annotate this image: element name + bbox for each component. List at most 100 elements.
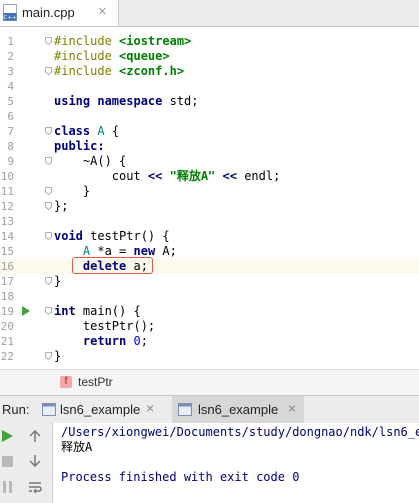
- code-line[interactable]: 18: [0, 289, 419, 304]
- svg-text:C++: C++: [3, 15, 16, 21]
- code-line[interactable]: 14 void testPtr() {: [0, 229, 419, 244]
- code-line[interactable]: 5 using namespace std;: [0, 94, 419, 109]
- code-text: }: [54, 349, 61, 364]
- code-line[interactable]: 9 ~A() {: [0, 154, 419, 169]
- run-tab-1[interactable]: lsn6_example ×: [42, 396, 170, 423]
- line-number: 9: [7, 155, 14, 168]
- editor-tab-main-cpp[interactable]: C++ main.cpp ×: [0, 0, 119, 26]
- code-line[interactable]: 10 cout << "释放A" << endl;: [0, 169, 419, 184]
- code-token: new: [133, 244, 163, 258]
- run-config-icon: [178, 403, 192, 416]
- arrow-up-icon[interactable]: [27, 428, 43, 444]
- code-token: }: [54, 184, 91, 198]
- fold-marker-icon[interactable]: [45, 352, 52, 360]
- code-line[interactable]: 6: [0, 109, 419, 124]
- line-number: 17: [0, 275, 14, 288]
- code-line[interactable]: 8 public:: [0, 139, 419, 154]
- fold-marker-icon[interactable]: [45, 232, 52, 240]
- code-token: };: [54, 199, 69, 213]
- code-token: void: [54, 229, 91, 243]
- code-token: endl;: [236, 169, 281, 183]
- code-line[interactable]: 7 class A {: [0, 124, 419, 139]
- fold-marker-icon[interactable]: [45, 187, 52, 195]
- code-token: {: [104, 124, 120, 138]
- line-number: 22: [0, 350, 14, 363]
- code-line[interactable]: 3 #include <zconf.h>: [0, 64, 419, 79]
- rerun-icon[interactable]: [0, 428, 16, 444]
- code-text: return 0;: [54, 334, 148, 349]
- fold-marker-icon[interactable]: [45, 127, 52, 135]
- soft-wrap-icon[interactable]: [27, 479, 43, 495]
- code-line[interactable]: 4: [0, 79, 419, 94]
- code-line[interactable]: 11 }: [0, 184, 419, 199]
- run-tab-label: lsn6_example: [198, 402, 279, 417]
- pause-icon[interactable]: [0, 479, 16, 495]
- code-text: #include <iostream>: [54, 34, 191, 49]
- code-token: }: [54, 274, 62, 288]
- close-icon[interactable]: ×: [288, 400, 296, 416]
- line-number: 5: [7, 95, 14, 108]
- code-token: using: [54, 94, 98, 108]
- run-tab-label: lsn6_example: [60, 402, 141, 417]
- code-token: #include: [54, 34, 120, 48]
- code-token: <queue>: [119, 49, 170, 63]
- code-line[interactable]: 16 delete a;: [0, 257, 419, 274]
- line-number: 2: [7, 50, 14, 63]
- breadcrumb-function[interactable]: testPtr: [78, 375, 113, 389]
- code-line[interactable]: 15 A *a = new A;: [0, 244, 419, 259]
- code-line[interactable]: 17}: [0, 274, 419, 289]
- code-text: testPtr();: [54, 319, 155, 334]
- line-number: 3: [7, 65, 14, 78]
- code-token: int: [54, 304, 83, 318]
- code-token: testPtr() {: [90, 229, 170, 243]
- run-gutter-icon[interactable]: [22, 306, 30, 316]
- fold-marker-icon[interactable]: [45, 307, 52, 315]
- run-tab-2[interactable]: lsn6_example ×: [172, 396, 304, 423]
- line-number: 21: [0, 335, 14, 348]
- line-number: 16: [0, 260, 14, 273]
- fold-marker-icon[interactable]: [45, 202, 52, 210]
- code-line[interactable]: 22}: [0, 349, 419, 364]
- code-text: ~A() {: [54, 154, 126, 169]
- run-console[interactable]: /Users/xiongwei/Documents/study/dongnao/…: [53, 423, 419, 503]
- code-text: #include <zconf.h>: [54, 64, 184, 79]
- code-token: main() {: [82, 304, 141, 318]
- arrow-down-icon[interactable]: [27, 453, 43, 469]
- line-number: 11: [0, 185, 14, 198]
- code-token: <<: [222, 169, 237, 183]
- code-text: };: [54, 199, 68, 214]
- code-line[interactable]: 13: [0, 214, 419, 229]
- code-line[interactable]: 12};: [0, 199, 419, 214]
- code-line[interactable]: 21 return 0;: [0, 334, 419, 349]
- code-text: }: [54, 274, 61, 289]
- close-icon[interactable]: ×: [98, 3, 107, 20]
- line-number: 20: [0, 320, 14, 333]
- code-token: #include: [54, 49, 120, 63]
- line-number: 12: [0, 200, 14, 213]
- code-token: A;: [162, 244, 177, 258]
- code-line[interactable]: 1 #include <iostream>: [0, 34, 419, 49]
- code-token: ;: [140, 334, 148, 348]
- fold-marker-icon[interactable]: [45, 157, 52, 165]
- code-editor[interactable]: 1 #include <iostream> 2 #include <queue> 3 #i…: [0, 27, 419, 368]
- fold-marker-icon[interactable]: [45, 37, 52, 45]
- console-line: Process finished with exit code 0: [61, 470, 300, 484]
- code-line[interactable]: 20 testPtr();: [0, 319, 419, 334]
- code-line[interactable]: 2 #include <queue>: [0, 49, 419, 64]
- code-text: int main() {: [54, 304, 141, 319]
- fold-marker-icon[interactable]: [45, 277, 52, 285]
- run-tool-window-header: Run: lsn6_example × lsn6_example ×: [0, 395, 419, 424]
- close-icon[interactable]: ×: [146, 400, 154, 416]
- code-token: cout: [54, 169, 148, 183]
- fold-marker-icon[interactable]: [45, 67, 52, 75]
- stop-icon[interactable]: [0, 453, 16, 469]
- breadcrumb: f testPtr: [0, 369, 419, 396]
- cpp-file-icon: C++: [3, 4, 17, 21]
- code-text: class A {: [54, 124, 119, 139]
- code-line[interactable]: 19 int main() {: [0, 304, 419, 319]
- code-token: namespace: [97, 94, 170, 108]
- code-token: <iostream>: [119, 34, 192, 48]
